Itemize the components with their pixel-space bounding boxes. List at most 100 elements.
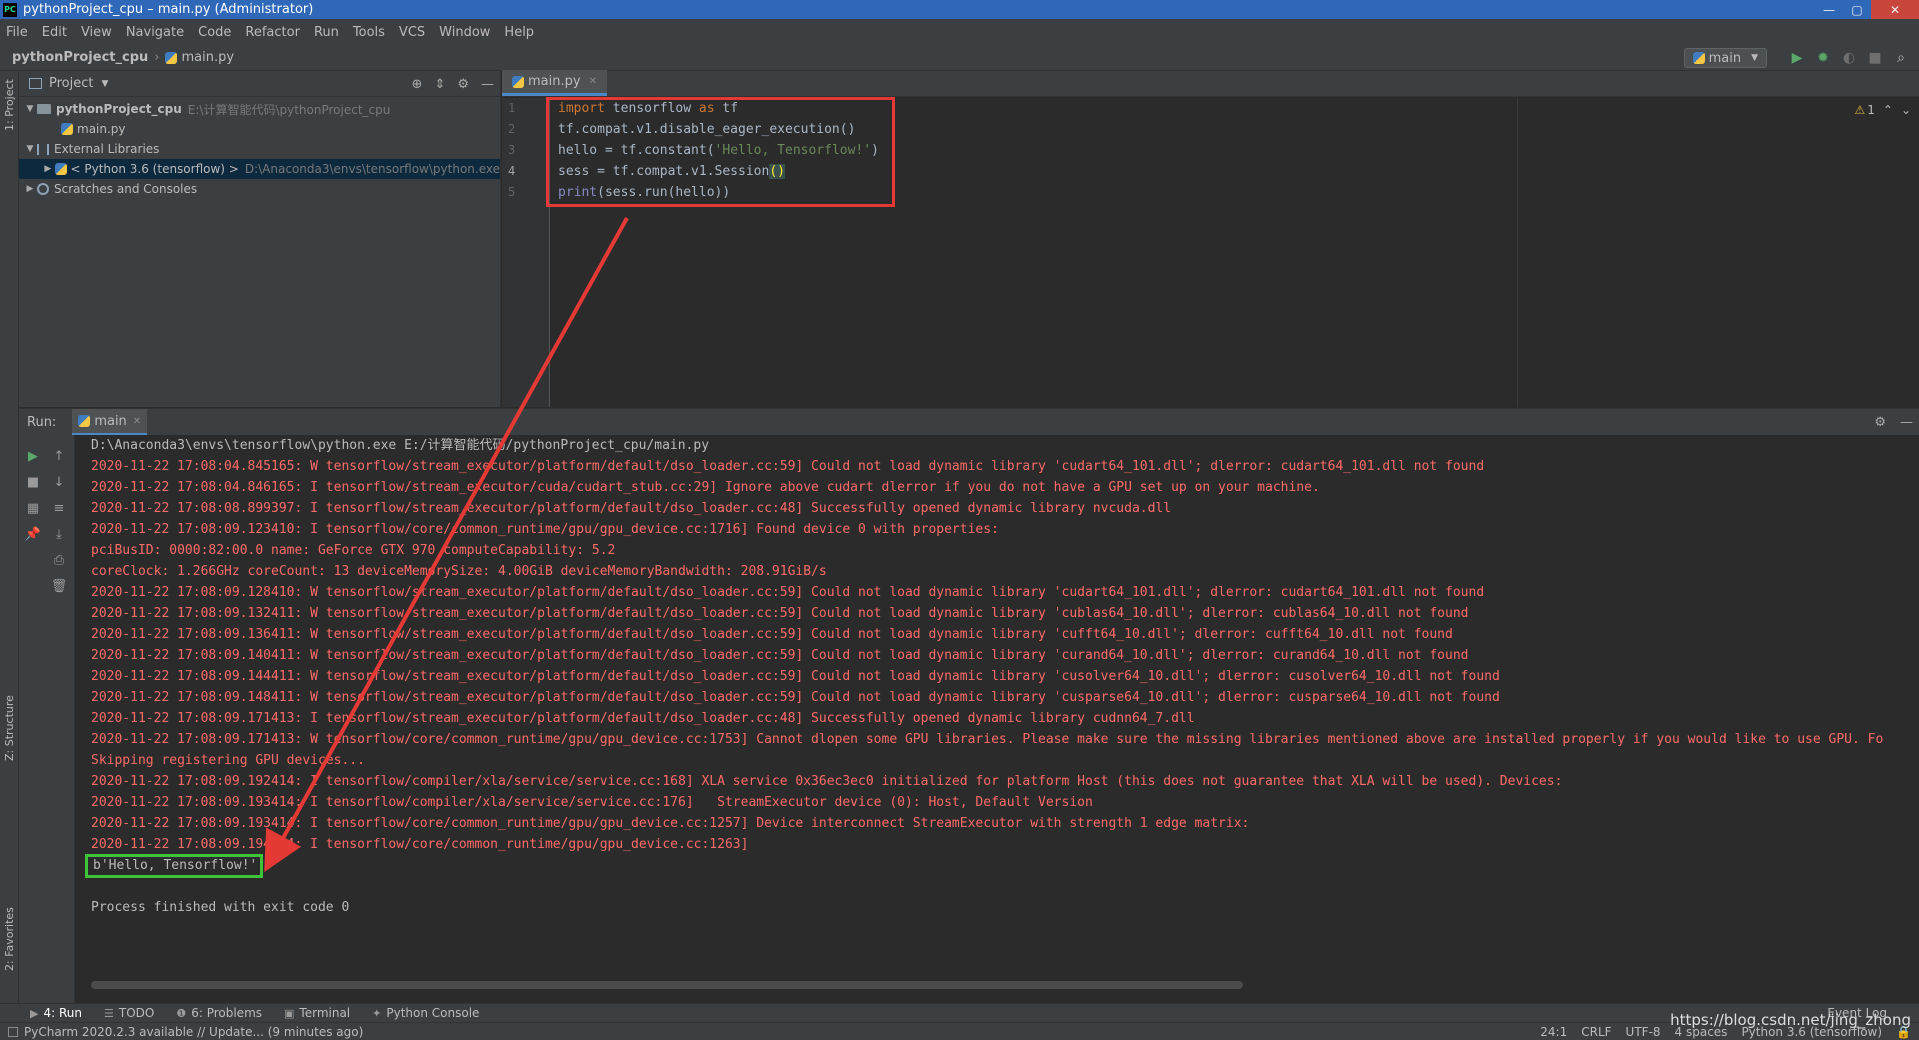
pin-icon[interactable]: 📌: [23, 521, 43, 547]
project-panel-header: Project ▼ ⊕ ⇕ ⚙ —: [19, 71, 500, 97]
gear-icon[interactable]: ⚙: [1874, 415, 1886, 430]
run-side-toolbar: ▶ ■ ▦ 📌 ↑ ↓ ≡ ⤓ ⎙ 🗑: [19, 435, 75, 1004]
search-icon[interactable]: ⌕: [1891, 48, 1911, 68]
breadcrumb-file[interactable]: main.py: [165, 50, 234, 65]
close-tab-icon[interactable]: ✕: [133, 416, 141, 427]
tree-item-external-libraries[interactable]: ▼ External Libraries: [19, 139, 500, 159]
editor-tabs: main.py ✕: [502, 70, 1919, 97]
tree-item-scratches[interactable]: ▶ Scratches and Consoles: [19, 179, 500, 199]
menu-refactor[interactable]: Refactor: [245, 25, 300, 40]
tree-item-label: main.py: [77, 122, 126, 136]
code-text[interactable]: import tensorflow as tf tf.compat.v1.dis…: [558, 98, 879, 203]
chevron-down-icon[interactable]: ▼: [101, 79, 108, 89]
python-console-icon: ✦: [372, 1006, 382, 1020]
inspection-widget[interactable]: ⚠ 1 ⌃ ⌄: [1846, 103, 1911, 117]
run-configuration-select[interactable]: main ▼: [1683, 48, 1767, 68]
caret-position[interactable]: 24:1: [1540, 1025, 1567, 1039]
file-encoding[interactable]: UTF-8: [1626, 1025, 1661, 1039]
console-output[interactable]: D:\Anaconda3\envs\tensorflow\python.exe …: [91, 435, 1883, 918]
console-log-line: 2020-11-22 17:08:09.192414: I tensorflow…: [91, 774, 1563, 789]
title-bar: PC pythonProject_cpu – main.py (Administ…: [0, 0, 1919, 19]
tool-button-terminal[interactable]: ▣ Terminal: [284, 1006, 350, 1020]
tool-button-todo[interactable]: ☰ TODO: [104, 1006, 154, 1020]
pycharm-logo-icon: PC: [3, 2, 17, 17]
run-toolbar: main ▼ ▶ ✹ ◐ ■ ⌕: [1683, 47, 1911, 69]
menu-file[interactable]: File: [6, 25, 28, 40]
layout-icon[interactable]: ▦: [23, 495, 43, 521]
run-tab-label: main: [94, 413, 127, 429]
python-file-icon: [512, 75, 524, 88]
close-tab-icon[interactable]: ✕: [589, 76, 597, 87]
coverage-icon[interactable]: ◐: [1839, 48, 1859, 68]
tree-item-label: Scratches and Consoles: [54, 182, 198, 196]
favorites-tool-button[interactable]: 2: Favorites: [3, 907, 16, 971]
breadcrumb-file-label: main.py: [181, 50, 235, 65]
menu-navigate[interactable]: Navigate: [126, 25, 184, 40]
expand-arrow-icon[interactable]: ▶: [23, 184, 37, 194]
line-number: 3: [508, 143, 516, 157]
chevron-up-icon[interactable]: ⌃: [1883, 103, 1893, 117]
folder-icon: [37, 104, 51, 114]
hide-icon[interactable]: —: [481, 77, 494, 92]
breadcrumb-project[interactable]: pythonProject_cpu: [12, 50, 148, 65]
menu-code[interactable]: Code: [198, 25, 231, 40]
rerun-icon[interactable]: ▶: [23, 443, 43, 469]
run-panel-header: Run: main ✕ ⚙ —: [19, 409, 1919, 435]
trash-icon[interactable]: 🗑: [49, 573, 69, 599]
code-token: sess = tf.compat.v1.Session: [558, 164, 770, 179]
tool-button-run[interactable]: ▶ 4: Run: [30, 1006, 82, 1020]
tab-main-py[interactable]: main.py ✕: [502, 70, 607, 96]
hide-icon[interactable]: —: [1900, 415, 1913, 430]
run-tab-main[interactable]: main ✕: [72, 409, 148, 435]
project-tool-button[interactable]: 1: Project: [3, 79, 16, 131]
window-controls: — ▢ ✕: [1815, 0, 1919, 19]
close-button[interactable]: ✕: [1871, 0, 1919, 19]
tree-item-python-sdk[interactable]: ▶ < Python 3.6 (tensorflow) > D:\Anacond…: [19, 159, 500, 179]
console-log-line: 2020-11-22 17:08:09.144411: W tensorflow…: [91, 669, 1500, 684]
tree-item-project-root[interactable]: ▼ pythonProject_cpu E:\计算智能代码\pythonProj…: [19, 99, 500, 119]
chevron-down-icon[interactable]: ⌄: [1901, 103, 1911, 117]
menu-view[interactable]: View: [81, 25, 112, 40]
up-arrow-icon[interactable]: ↑: [49, 443, 69, 469]
maximize-button[interactable]: ▢: [1843, 0, 1871, 19]
stop-icon[interactable]: ■: [1865, 48, 1885, 68]
project-panel-title[interactable]: Project: [49, 76, 93, 91]
menu-edit[interactable]: Edit: [42, 25, 67, 40]
menu-tools[interactable]: Tools: [353, 25, 385, 40]
gear-icon[interactable]: ⚙: [457, 77, 469, 92]
breadcrumb-separator: ›: [154, 50, 160, 65]
debug-icon[interactable]: ✹: [1813, 48, 1833, 68]
structure-tool-button[interactable]: Z: Structure: [3, 695, 16, 761]
menu-window[interactable]: Window: [439, 25, 490, 40]
tool-button-python-console[interactable]: ✦ Python Console: [372, 1006, 479, 1020]
python-icon: [78, 415, 91, 427]
run-controls: ▶ ■ ▦ 📌: [23, 443, 43, 547]
scratches-icon: [37, 183, 49, 195]
window-title: pythonProject_cpu – main.py (Administrat…: [23, 2, 314, 17]
menu-help[interactable]: Help: [504, 25, 534, 40]
menu-vcs[interactable]: VCS: [399, 25, 425, 40]
toggle-tool-windows-icon[interactable]: [8, 1026, 18, 1037]
console-command: D:\Anaconda3\envs\tensorflow\python.exe …: [91, 438, 710, 453]
locate-icon[interactable]: ⊕: [412, 77, 423, 92]
python-icon: [1692, 52, 1705, 64]
status-message[interactable]: PyCharm 2020.2.3 available // Update... …: [24, 1025, 363, 1039]
minimize-button[interactable]: —: [1815, 0, 1843, 19]
down-arrow-icon[interactable]: ↓: [49, 469, 69, 495]
expand-arrow-icon[interactable]: ▼: [23, 104, 37, 114]
expand-arrow-icon[interactable]: ▼: [23, 144, 37, 154]
tool-button-problems[interactable]: ❶ 6: Problems: [176, 1006, 262, 1020]
tree-item-main-py[interactable]: main.py: [19, 119, 500, 139]
console-log-line: 2020-11-22 17:08:09.123410: I tensorflow…: [91, 522, 999, 537]
menu-run[interactable]: Run: [314, 25, 339, 40]
scroll-to-end-icon[interactable]: ⤓: [49, 521, 69, 547]
collapse-all-icon[interactable]: ⇕: [434, 77, 445, 92]
code-token: tf: [714, 101, 739, 116]
stop-icon[interactable]: ■: [23, 469, 43, 495]
line-separator[interactable]: CRLF: [1581, 1025, 1611, 1039]
horizontal-scrollbar[interactable]: [91, 981, 1243, 989]
run-icon[interactable]: ▶: [1787, 48, 1807, 68]
soft-wrap-icon[interactable]: ≡: [49, 495, 69, 521]
expand-arrow-icon[interactable]: ▶: [41, 164, 55, 174]
print-icon[interactable]: ⎙: [49, 547, 69, 573]
